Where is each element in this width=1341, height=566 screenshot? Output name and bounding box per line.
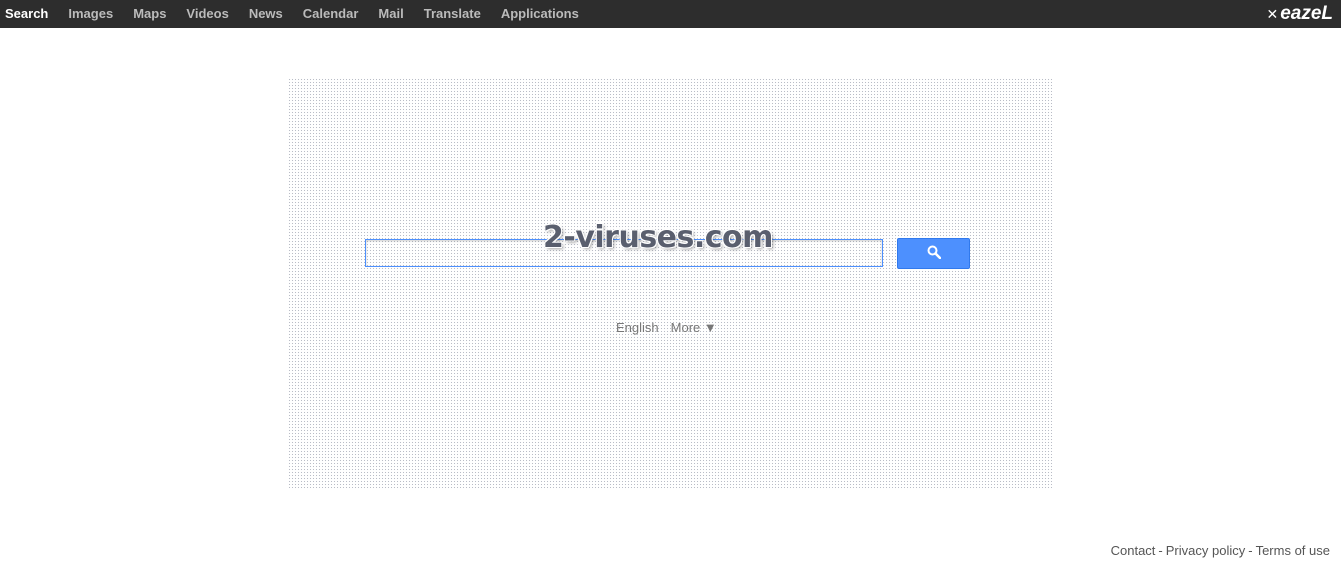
footer-separator: - [1158, 543, 1163, 558]
brand-name: eazeL [1280, 3, 1333, 24]
language-selector: English More ▼ [616, 320, 717, 335]
footer-links: Contact - Privacy policy - Terms of use [1111, 543, 1330, 558]
footer-separator: - [1248, 543, 1253, 558]
language-more-link[interactable]: More ▼ [671, 320, 717, 335]
nav-item-mail[interactable]: Mail [378, 0, 403, 28]
privacy-policy-link[interactable]: Privacy policy [1166, 543, 1245, 558]
nav-item-news[interactable]: News [249, 0, 283, 28]
top-navigation-bar: Search Images Maps Videos News Calendar … [0, 0, 1341, 28]
terms-of-use-link[interactable]: Terms of use [1256, 543, 1330, 558]
nav-item-calendar[interactable]: Calendar [303, 0, 359, 28]
nav-item-images[interactable]: Images [68, 0, 113, 28]
logo-mark-icon: ✕ [1266, 6, 1279, 22]
top-nav-links: Search Images Maps Videos News Calendar … [0, 0, 579, 28]
nav-item-maps[interactable]: Maps [133, 0, 166, 28]
brand-logo[interactable]: ✕ eazeL [1266, 4, 1333, 24]
nav-item-translate[interactable]: Translate [424, 0, 481, 28]
language-english-link[interactable]: English [616, 320, 659, 335]
nav-item-applications[interactable]: Applications [501, 0, 579, 28]
nav-item-videos[interactable]: Videos [186, 0, 228, 28]
search-button[interactable] [897, 238, 970, 269]
contact-link[interactable]: Contact [1111, 543, 1156, 558]
search-panel-background [288, 78, 1052, 488]
search-input[interactable] [365, 239, 883, 267]
nav-item-search[interactable]: Search [5, 0, 48, 28]
search-icon [927, 245, 941, 262]
